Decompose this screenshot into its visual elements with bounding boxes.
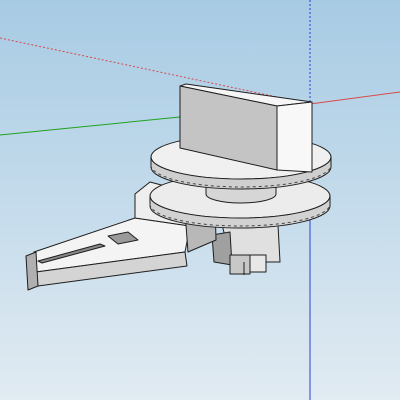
block-right-face (276, 101, 313, 173)
model-scene[interactable] (0, 0, 400, 400)
3d-model-viewport[interactable] (0, 0, 400, 400)
lower-tab-right (249, 254, 267, 273)
lower-tab-left (229, 254, 251, 275)
arm-end (25, 251, 39, 291)
